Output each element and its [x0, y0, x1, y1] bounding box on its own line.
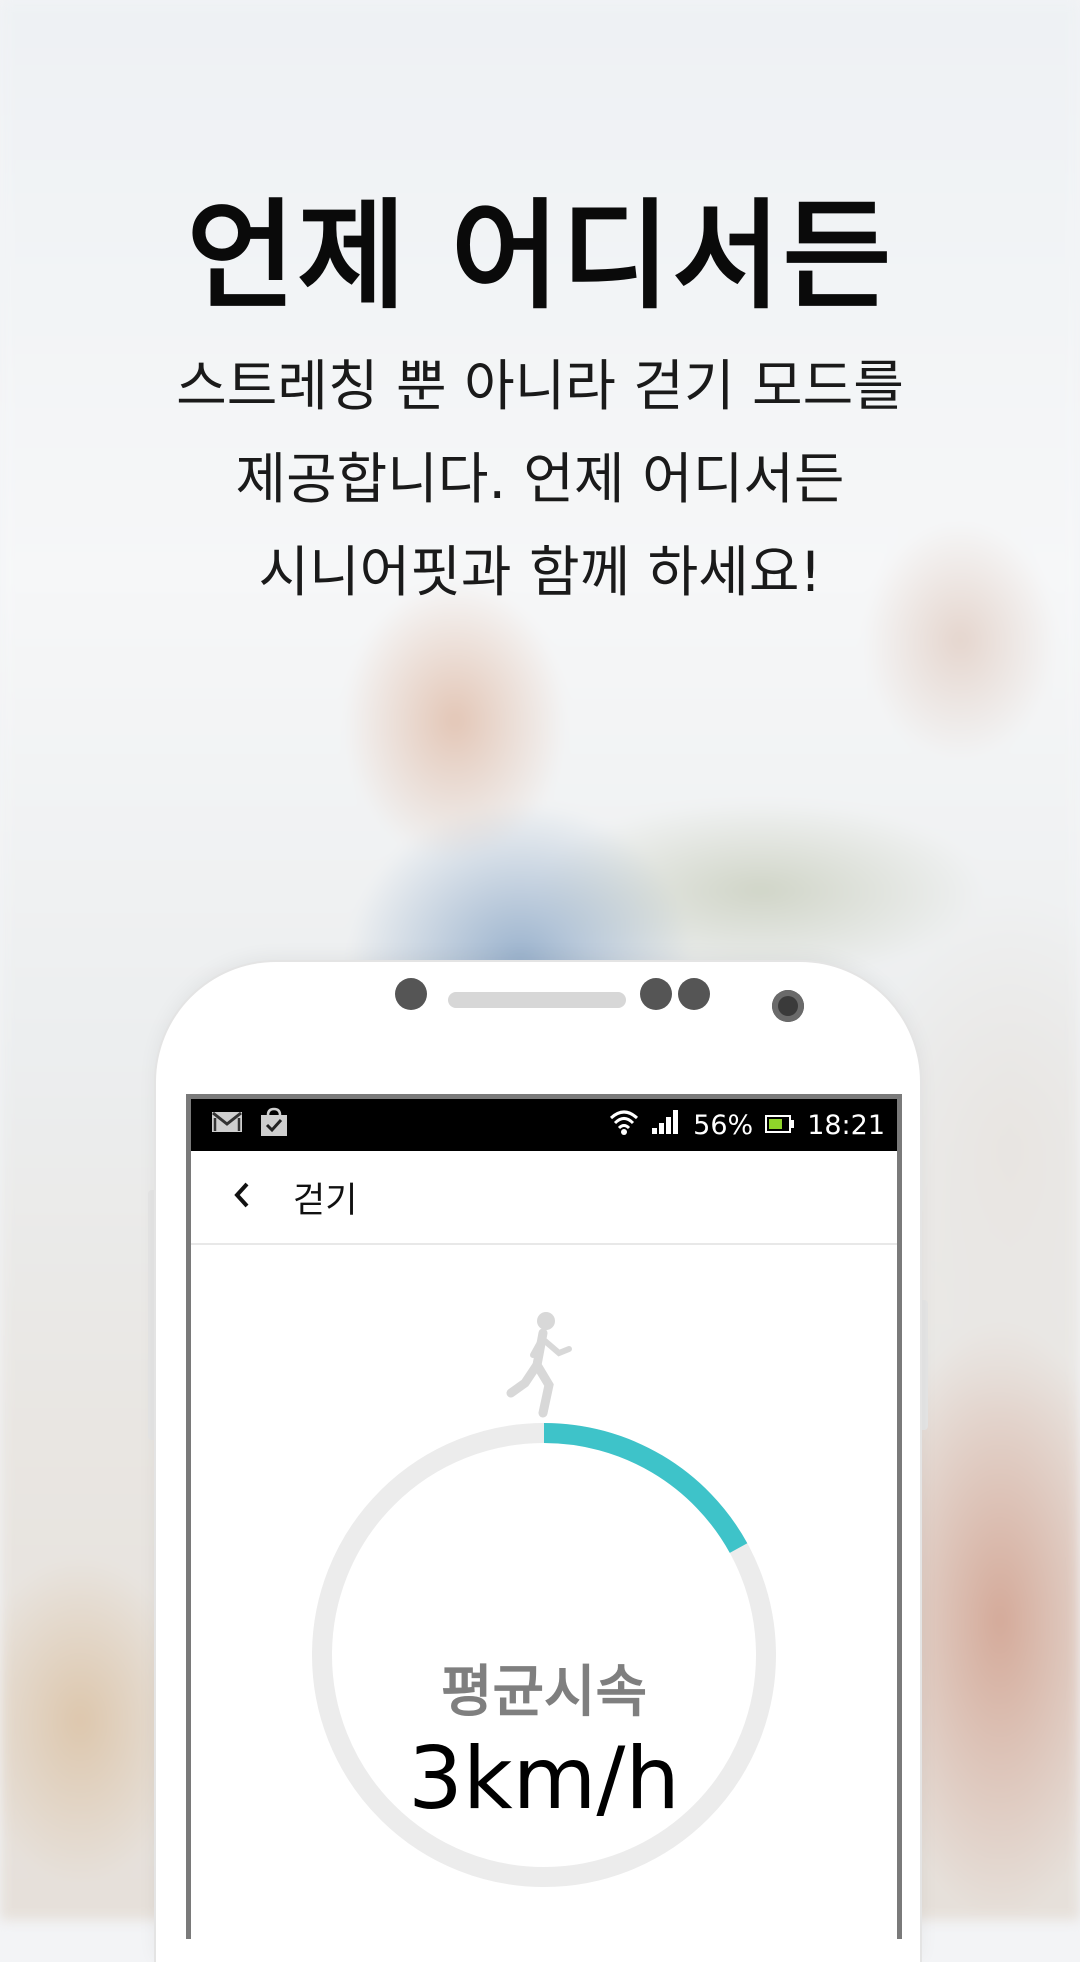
promo-line: 스트레칭 뿐 아니라 걷기 모드를: [176, 354, 904, 418]
promo-line: 시니어핏과 함께 하세요!: [258, 540, 822, 604]
page-title: 걷기: [293, 1180, 358, 1221]
walking-content: 평균시속 3km/h: [191, 1245, 897, 1939]
phone-front-camera: [772, 990, 804, 1022]
phone-screen: 56% 18:21 걷기 평균시속 3km/h: [186, 1094, 902, 1939]
phone-sensor: [678, 978, 710, 1010]
status-bar: 56% 18:21: [191, 1099, 897, 1151]
metric-label: 평균시속: [440, 1660, 648, 1725]
battery-icon: [765, 1110, 795, 1141]
walking-person-icon: [506, 1312, 572, 1418]
metric-value: 3km/h: [408, 1729, 680, 1829]
battery-percent: 56%: [693, 1109, 754, 1141]
phone-speaker: [448, 992, 626, 1008]
phone-volume-button: [148, 1190, 156, 1440]
phone-sensor: [640, 978, 672, 1010]
promo-headline: 언제 어디서든: [186, 187, 894, 325]
chevron-left-icon: [232, 1181, 252, 1213]
promo-description: 스트레칭 뿐 아니라 걷기 모드를 제공합니다. 언제 어디서든 시니어핏과 함…: [0, 340, 1080, 619]
wifi-icon: [609, 1108, 639, 1143]
app-bar: 걷기: [191, 1151, 897, 1245]
status-time: 18:21: [807, 1109, 885, 1141]
mail-icon: [211, 1110, 243, 1141]
progress-ring-arc: [543, 1423, 748, 1553]
shopping-bag-check-icon: [259, 1107, 289, 1144]
phone-power-button: [920, 1300, 928, 1430]
promo-line: 제공합니다. 언제 어디서든: [235, 447, 845, 511]
back-button[interactable]: [207, 1151, 277, 1243]
signal-icon: [651, 1109, 681, 1142]
progress-ring: [312, 1312, 776, 1887]
phone-sensor: [395, 978, 427, 1010]
